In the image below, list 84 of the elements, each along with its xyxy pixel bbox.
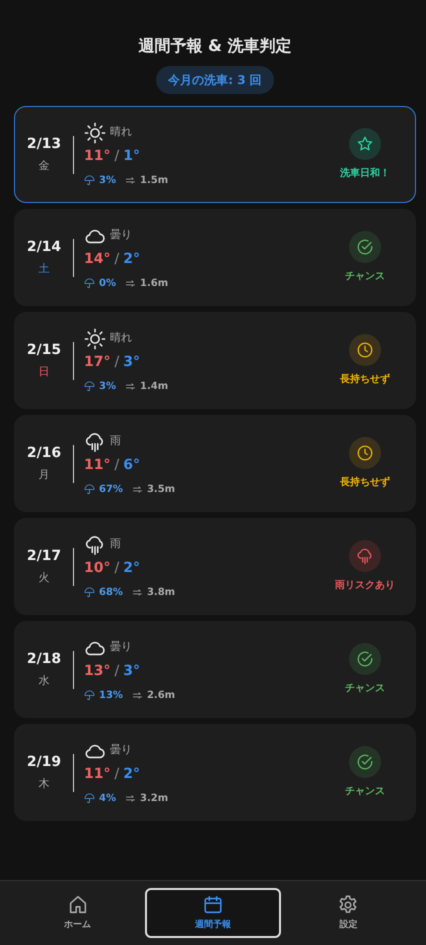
wind-speed: 1.5m	[140, 174, 168, 188]
wind-icon	[124, 792, 136, 804]
high-temp: 11°	[84, 456, 110, 474]
high-temp: 11°	[84, 764, 110, 784]
rain-chance: 0%	[99, 276, 116, 290]
low-temp: 2°	[123, 764, 140, 784]
umbrella-icon	[84, 484, 95, 494]
umbrella-icon	[84, 380, 95, 392]
rain-chance: 67%	[99, 482, 123, 496]
date-label: 2/16	[26, 444, 62, 464]
weather-label: 晴れ	[110, 124, 132, 140]
verdict-label: チャンス	[345, 785, 385, 799]
low-temp: 3°	[123, 352, 140, 372]
weekday-label: 月	[38, 467, 50, 484]
separator: /	[114, 146, 120, 166]
date-label: 2/13	[26, 135, 62, 154]
weekday-label: 火	[38, 570, 50, 586]
verdict-label: チャンス	[345, 682, 385, 696]
high-temp: 17°	[84, 352, 110, 372]
wind-speed: 3.8m	[146, 586, 176, 600]
low-temp: 1°	[123, 146, 140, 166]
wind-speed: 3.5m	[146, 482, 176, 496]
separator: /	[114, 250, 120, 268]
wind-icon	[132, 484, 143, 494]
wind-icon	[132, 690, 143, 700]
page-title: 週間予報 & 洗車判定	[137, 35, 293, 57]
date-label: 2/14	[26, 238, 62, 258]
verdict-label: 長持ちせず	[340, 476, 390, 490]
date-label: 2/17	[26, 547, 62, 566]
rain-chance: 3%	[99, 174, 116, 188]
wind-icon	[124, 174, 136, 186]
wind-speed: 3.2m	[140, 792, 168, 806]
verdict-label: 長持ちせず	[340, 372, 390, 387]
verdict-label: 雨リスクあり	[335, 579, 395, 593]
weather-label: 曇り	[110, 639, 132, 656]
weekday-label: 水	[38, 673, 50, 690]
umbrella-icon	[84, 586, 95, 598]
low-temp: 6°	[123, 456, 140, 474]
high-temp: 10°	[84, 558, 110, 578]
high-temp: 14°	[84, 250, 110, 268]
calendar-icon	[202, 894, 224, 916]
separator: /	[114, 456, 120, 474]
rain-chance: 68%	[99, 586, 123, 600]
weather-label: 雨	[110, 433, 121, 450]
weekday-label: 金	[38, 158, 50, 174]
weather-label: 晴れ	[110, 330, 132, 346]
weekday-label: 木	[38, 776, 50, 792]
umbrella-icon	[84, 690, 95, 700]
rain-chance: 3%	[99, 380, 116, 394]
wind-icon	[132, 586, 143, 598]
umbrella-icon	[84, 792, 95, 804]
low-temp: 3°	[123, 662, 140, 680]
weekday-label: 土	[38, 261, 50, 278]
weather-label: 雨	[110, 536, 121, 552]
weekday-label: 日	[38, 364, 50, 380]
separator: /	[114, 764, 120, 784]
date-label: 2/15	[26, 341, 62, 360]
date-label: 2/19	[26, 753, 62, 772]
nav-tab[interactable]: 週間予報	[145, 888, 281, 938]
nav-tab[interactable]: 設定	[280, 888, 416, 938]
date-label: 2/18	[26, 650, 62, 670]
umbrella-icon	[84, 278, 95, 288]
separator: /	[114, 352, 120, 372]
settings-icon	[337, 894, 360, 916]
wind-speed: 1.6m	[140, 276, 168, 290]
low-temp: 2°	[123, 250, 140, 268]
verdict-label: チャンス	[345, 270, 385, 284]
low-temp: 2°	[123, 558, 140, 578]
wind-icon	[124, 380, 136, 392]
high-temp: 13°	[84, 662, 110, 680]
high-temp: 11°	[84, 146, 110, 166]
separator: /	[114, 558, 120, 578]
nav-tab[interactable]: ホーム	[10, 888, 146, 938]
umbrella-icon	[84, 174, 95, 186]
monthly-wash-count: 今月の洗車: 3 回	[156, 66, 274, 94]
weather-label: 曇り	[110, 742, 132, 758]
rain-chance: 13%	[99, 688, 123, 702]
wind-icon	[124, 278, 136, 288]
separator: /	[114, 662, 120, 680]
wind-speed: 1.4m	[140, 380, 168, 394]
weather-label: 曇り	[110, 227, 132, 244]
wind-speed: 2.6m	[146, 688, 176, 702]
verdict-label: 洗車日和！	[340, 166, 390, 181]
rain-chance: 4%	[99, 792, 116, 806]
